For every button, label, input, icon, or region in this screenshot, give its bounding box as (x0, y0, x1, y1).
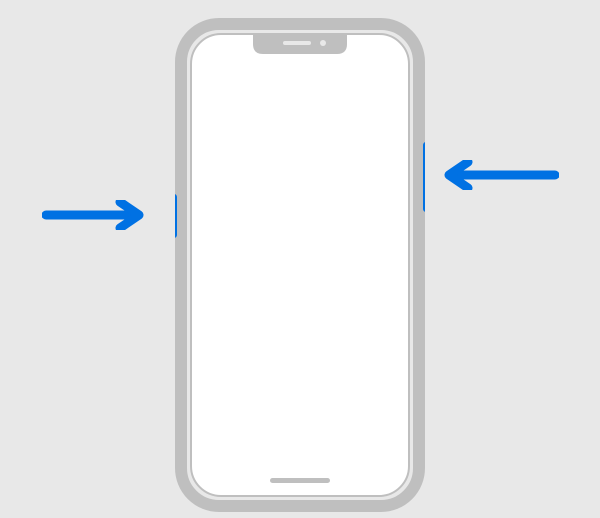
diagram-container (0, 0, 600, 509)
volume-down-button-highlight (175, 194, 177, 238)
arrow-right-icon (42, 200, 152, 235)
arrow-left-icon (424, 160, 559, 195)
phone-outline (175, 18, 425, 518)
